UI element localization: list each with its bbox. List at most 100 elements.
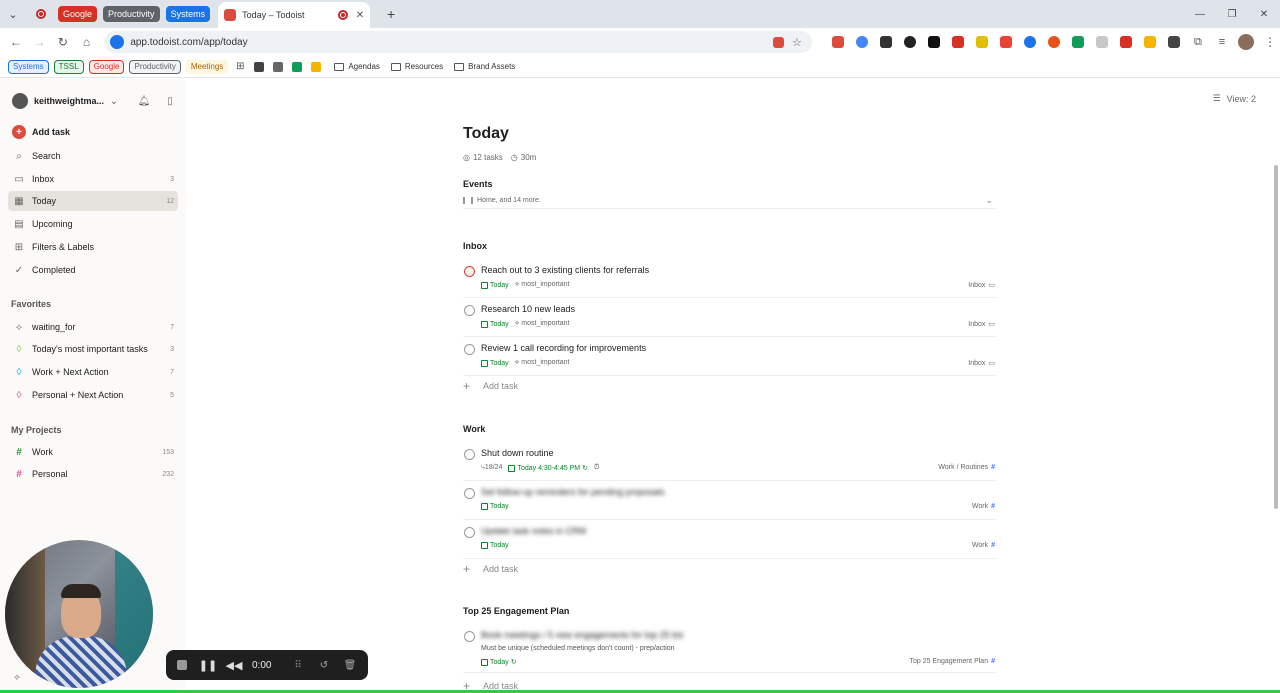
bookmark-folder-agendas[interactable]: Agendas [334,62,380,71]
task-project[interactable]: Top 25 Engagement Plan # [909,658,995,665]
task-checkbox[interactable] [464,631,475,642]
task-item[interactable]: Book meetings / 5 new engagements for to… [463,625,997,673]
sidebar-item-work-next-action[interactable]: ◊ Work + Next Action 7 [8,362,178,382]
work-add-task[interactable]: + Add task [463,561,997,577]
extension-record-icon[interactable] [1044,32,1064,52]
tab-group-productivity[interactable]: Productivity [103,6,160,22]
pause-button[interactable]: ❚❚ [199,657,217,673]
restart-icon[interactable]: ↺ [316,657,332,673]
extension-info-icon[interactable] [900,32,920,52]
active-tab[interactable]: Today – Todoist ✕ [218,2,371,28]
due-date[interactable]: Today [481,320,509,328]
tab-search-chevron-icon[interactable]: ⌄ [2,3,24,25]
task-item[interactable]: Set follow-up reminders for pending prop… [463,482,997,520]
bookmark-star-icon[interactable]: ☆ [788,33,806,51]
minimize-icon[interactable]: — [1184,0,1216,28]
bookmark-grad-cap-icon[interactable] [252,60,266,74]
sidebar-item-project-personal[interactable]: # Personal 232 [8,464,178,484]
inbox-add-task[interactable]: + Add task [463,378,997,394]
task-project[interactable]: Inbox ▭ [968,320,995,329]
home-icon[interactable]: ⌂ [75,30,99,54]
extensions-puzzle-icon[interactable]: ⧉ [1188,32,1208,52]
bookmark-doc-icon[interactable] [271,60,285,74]
extension-gmail-icon[interactable] [996,32,1016,52]
extension-r-icon[interactable] [972,32,992,52]
extension-screenshot-icon[interactable] [876,32,896,52]
sidebar-item-today[interactable]: ▦ Today 12 [8,191,178,211]
task-item[interactable]: Update task notes in CRM Today Work # [463,521,997,559]
apps-grid-icon[interactable]: ⊞ [233,60,247,74]
favorites-heading[interactable]: Favorites [11,299,51,309]
bookmark-group-tssl[interactable]: TSSL [53,59,84,74]
bookmark-sheets-icon[interactable] [290,60,304,74]
reload-icon[interactable]: ↻ [51,30,75,54]
task-checkbox[interactable] [464,488,475,499]
extension-script-icon[interactable] [924,32,944,52]
task-title[interactable]: Review 1 call recording for improvements [481,343,646,353]
task-label[interactable]: ⟡ most_important [515,281,570,289]
due-date[interactable]: Today [481,281,509,289]
task-item[interactable]: Reach out to 3 existing clients for refe… [463,260,997,298]
extension-grey-icon[interactable] [1092,32,1112,52]
bell-icon[interactable]: 🔔︎ [136,93,152,109]
sidebar-item-upcoming[interactable]: ▤ Upcoming [8,214,178,234]
close-window-icon[interactable]: ✕ [1248,0,1280,28]
scrollbar-thumb[interactable] [1274,165,1278,509]
sidebar-item-inbox[interactable]: ▭ Inbox 3 [8,169,178,189]
back-icon[interactable]: ← [4,30,28,54]
task-item[interactable]: Shut down routine ⤷18/24 Today 4:30-4:45… [463,443,997,481]
task-project[interactable]: Work # [972,542,995,549]
user-menu[interactable]: keithweightma... ⌄ 🔔︎ ▯ [12,91,178,111]
tab-group-google[interactable]: Google [58,6,98,22]
due-date[interactable]: Today ↻ [481,658,517,666]
new-tab-icon[interactable]: + [380,3,402,25]
task-project[interactable]: Inbox ▭ [968,359,995,368]
extension-s-icon[interactable] [1068,32,1088,52]
drag-handle-icon[interactable]: ⠿ [290,657,306,673]
task-checkbox[interactable] [464,305,475,316]
stop-recording-button[interactable] [174,657,190,673]
task-checkbox[interactable] [464,449,475,460]
task-title[interactable]: Research 10 new leads [481,304,575,314]
browser-menu-icon[interactable]: ⋮ [1260,32,1280,52]
recording-tab-icon[interactable] [30,3,52,25]
task-project[interactable]: Work # [972,503,995,510]
bookmark-drive-icon[interactable] [309,60,323,74]
media-control-icon[interactable]: ≡ [1212,32,1232,52]
sidebar-item-filters-labels[interactable]: ⊞ Filters & Labels [8,237,178,257]
restore-icon[interactable]: ❐ [1216,0,1248,28]
bookmark-folder-brand-assets[interactable]: Brand Assets [454,62,515,71]
task-title[interactable]: Update task notes in CRM [481,526,586,536]
task-project[interactable]: Work / Routines # [938,464,995,471]
task-title[interactable]: Book meetings / 5 new engagements for to… [481,630,683,640]
bookmark-group-google[interactable]: Google [88,59,125,74]
todoist-extension-icon[interactable] [770,33,788,51]
url-bar[interactable]: app.todoist.com/app/today ☆ [104,31,812,53]
trash-icon[interactable]: 🗑︎ [342,657,358,673]
rewind-button[interactable]: ◀◀ [226,657,243,673]
extension-todoist-icon[interactable] [828,32,848,52]
task-label[interactable]: ⟡ most_important [515,320,570,328]
forward-icon[interactable]: → [28,30,52,54]
task-title[interactable]: Set follow-up reminders for pending prop… [481,487,665,497]
tab-group-systems[interactable]: Systems [165,6,211,22]
sidebar-toggle-icon[interactable]: ▯ [162,93,178,109]
due-date[interactable]: Today [481,359,509,367]
bookmark-group-productivity[interactable]: Productivity [129,59,181,74]
url-text[interactable]: app.todoist.com/app/today [130,37,770,48]
extension-red-icon[interactable] [948,32,968,52]
site-info-icon[interactable] [110,35,125,49]
extension-yellow-icon[interactable] [1140,32,1160,52]
my-projects-heading[interactable]: My Projects [11,425,62,435]
task-title[interactable]: Shut down routine [481,448,554,458]
task-project[interactable]: Inbox ▭ [968,281,995,290]
sidebar-item-waiting-for[interactable]: ⟡ waiting_for 7 [8,317,178,337]
view-options-button[interactable]: ☰ View: 2 [1213,93,1256,104]
bookmark-group-meetings[interactable]: Meetings [185,59,229,74]
task-checkbox[interactable] [464,527,475,538]
sidebar-item-personal-next-action[interactable]: ◊ Personal + Next Action 5 [8,385,178,405]
due-date[interactable]: Today 4:30-4:45 PM ↻ [508,464,588,472]
task-title[interactable]: Reach out to 3 existing clients for refe… [481,265,649,275]
main-scrollbar[interactable] [1272,79,1280,693]
due-date[interactable]: Today [481,503,509,510]
